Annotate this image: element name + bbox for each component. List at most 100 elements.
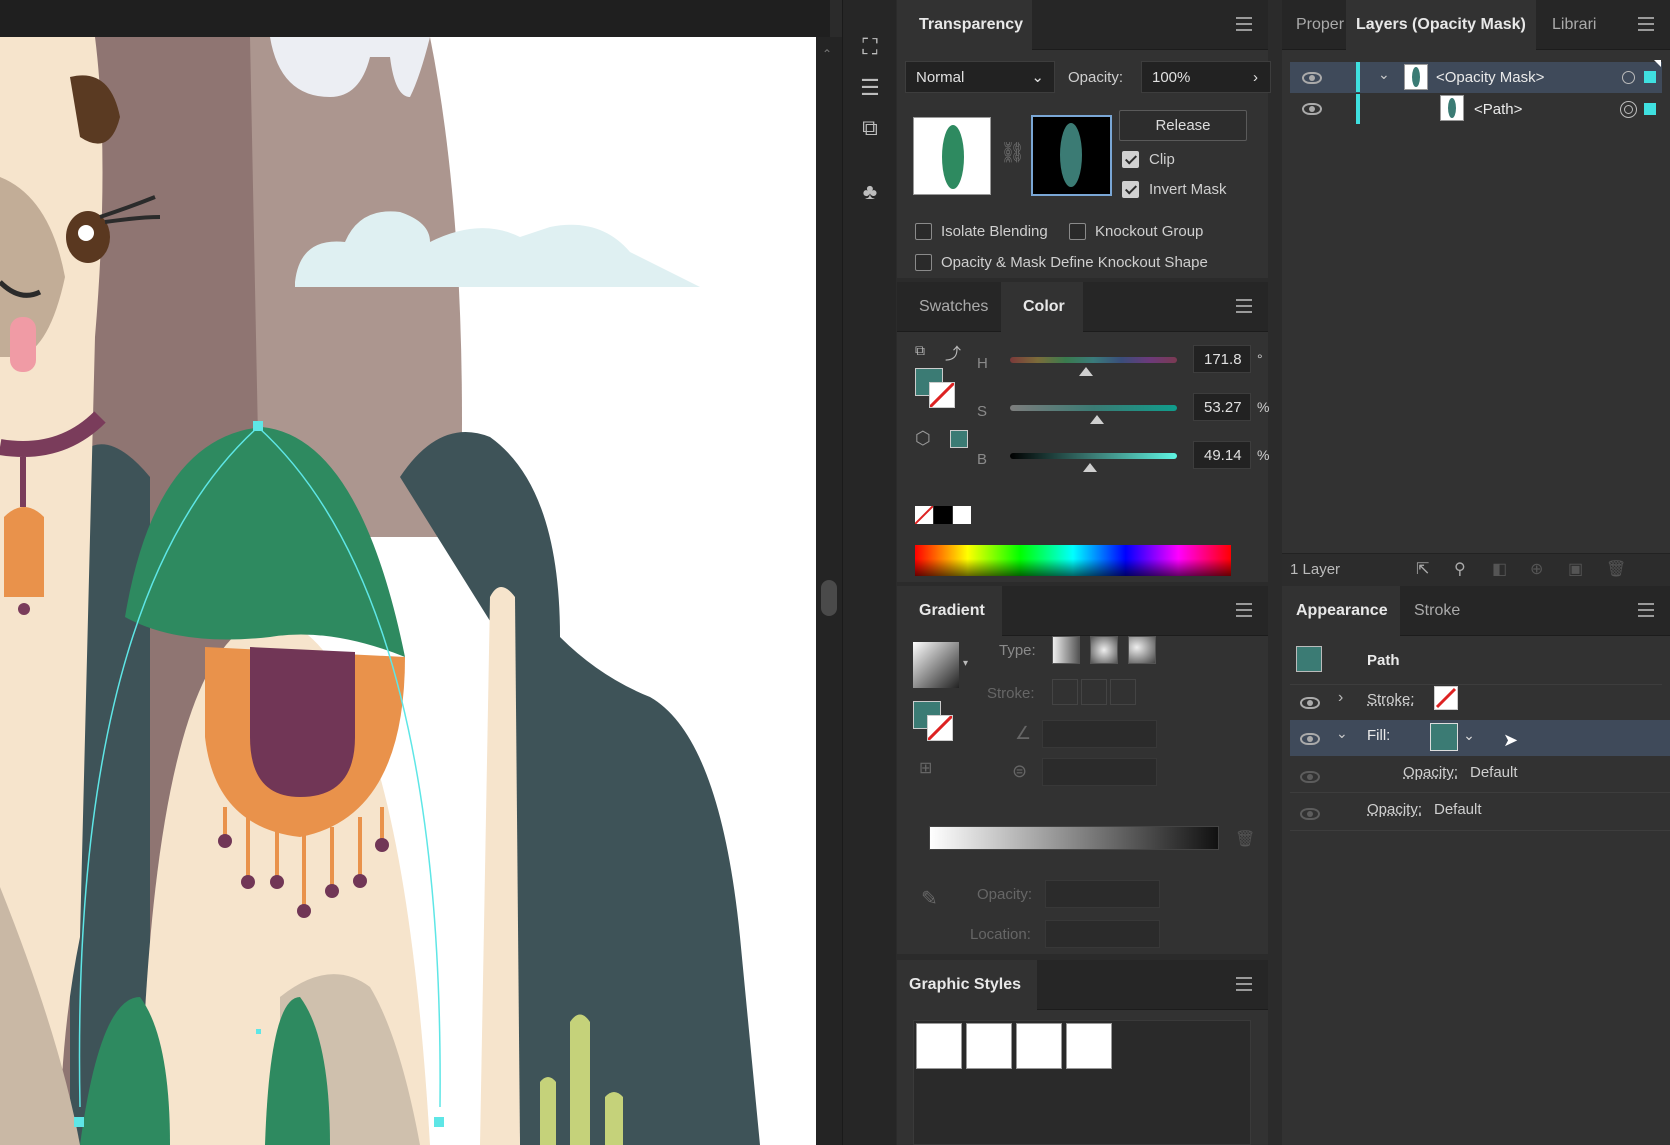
out-of-gamut-icon[interactable]: ⬡ xyxy=(915,428,931,449)
link-icon[interactable]: ⛓ xyxy=(1000,140,1025,165)
tab-stroke[interactable]: Stroke xyxy=(1400,586,1480,636)
visibility-eye-icon[interactable] xyxy=(1300,733,1320,745)
appearance-panel: Appearance Stroke Path › Stroke: ⌄ Fill:… xyxy=(1282,586,1670,1145)
chevron-down-icon[interactable]: ⌄ xyxy=(1336,725,1348,742)
artboards-icon[interactable]: ⛶ xyxy=(843,27,897,67)
tab-properties[interactable]: Proper xyxy=(1282,0,1346,50)
panel-menu-icon[interactable] xyxy=(1638,603,1654,617)
panel-menu-icon[interactable] xyxy=(1236,299,1252,313)
knockout-shape-checkbox[interactable] xyxy=(915,254,932,271)
layer-name[interactable]: <Opacity Mask> xyxy=(1436,69,1544,86)
white-swatch[interactable] xyxy=(953,506,971,524)
brightness-field[interactable]: 49.14 xyxy=(1193,441,1251,469)
stroke-color-swatch[interactable] xyxy=(928,381,956,409)
target-icon[interactable] xyxy=(1622,71,1635,84)
export-icon[interactable]: ⇱ xyxy=(1416,559,1429,579)
locate-object-icon[interactable]: ⚲ xyxy=(1454,559,1466,579)
canvas-area[interactable]: ⌃ xyxy=(0,0,842,1145)
fill-color-swatch[interactable] xyxy=(1430,723,1458,751)
blend-mode-select[interactable]: Normal ⌄ xyxy=(905,61,1055,93)
tab-libraries[interactable]: Librari xyxy=(1536,0,1626,50)
freeform-gradient-icon[interactable] xyxy=(1128,636,1156,664)
panel-menu-icon[interactable] xyxy=(1236,17,1252,31)
stroke-swatch[interactable] xyxy=(1434,686,1458,710)
stroke-label[interactable]: Stroke: xyxy=(1367,691,1415,708)
mouse-cursor-icon: ➤ xyxy=(1503,730,1519,750)
release-button[interactable]: Release xyxy=(1119,110,1247,141)
style-none[interactable] xyxy=(966,1023,1012,1069)
target-inner-icon xyxy=(1624,105,1633,114)
path-name[interactable]: <Path> xyxy=(1474,101,1522,118)
location-label: Location: xyxy=(970,926,1031,943)
clip-checkbox[interactable] xyxy=(1122,151,1139,168)
selection-indicator[interactable] xyxy=(1644,103,1656,115)
panel-menu-icon[interactable] xyxy=(1638,17,1654,31)
selection-indicator[interactable] xyxy=(1644,71,1656,83)
color-spectrum-bar[interactable] xyxy=(915,545,1231,576)
trash-icon: 🗑 xyxy=(1606,561,1627,578)
invert-mask-checkbox[interactable] xyxy=(1122,181,1139,198)
tab-layers[interactable]: Layers (Opacity Mask) xyxy=(1346,0,1536,50)
tab-appearance[interactable]: Appearance xyxy=(1282,586,1400,636)
hue-slider[interactable] xyxy=(1010,357,1177,363)
stroke-within-icon xyxy=(1052,679,1078,705)
saturation-field[interactable]: 53.27 xyxy=(1193,393,1251,421)
black-swatch[interactable] xyxy=(934,506,952,524)
llama-artwork[interactable] xyxy=(0,37,816,1145)
swap-colors-icon[interactable]: ⤴ xyxy=(945,340,961,364)
selection-corner-icon xyxy=(1654,60,1661,67)
default-colors-icon[interactable]: ⧉ xyxy=(915,342,925,359)
tab-swatches[interactable]: Swatches xyxy=(897,282,1001,332)
panel-menu-icon[interactable] xyxy=(1236,603,1252,617)
layer-color-bar xyxy=(1356,94,1360,124)
linear-gradient-icon[interactable] xyxy=(1052,636,1080,664)
panel-menu-icon[interactable] xyxy=(1236,977,1252,991)
saturation-slider[interactable] xyxy=(1010,405,1177,411)
pathfinder-icon[interactable]: ⧉ xyxy=(843,108,897,148)
saturation-slider-thumb[interactable] xyxy=(1090,415,1104,424)
tab-graphic-styles[interactable]: Graphic Styles xyxy=(897,960,1037,1010)
tab-transparency[interactable]: Transparency xyxy=(897,0,1032,50)
hue-field[interactable]: 171.8 xyxy=(1193,345,1251,373)
visibility-eye-icon[interactable] xyxy=(1302,72,1322,84)
web-safe-swatch[interactable] xyxy=(950,430,968,448)
gradient-to-stroke-icon: ⊞ xyxy=(919,760,933,777)
align-icon[interactable]: ☰ xyxy=(843,68,897,108)
visibility-eye-icon[interactable] xyxy=(1300,771,1320,783)
brightness-slider-thumb[interactable] xyxy=(1083,463,1097,472)
chevron-right-icon[interactable]: › xyxy=(1253,69,1258,86)
knockout-group-checkbox[interactable] xyxy=(1069,223,1086,240)
visibility-eye-icon[interactable] xyxy=(1302,103,1322,115)
stroke-along-icon xyxy=(1081,679,1107,705)
radial-gradient-icon[interactable] xyxy=(1090,636,1118,664)
chevron-right-icon[interactable]: › xyxy=(1338,689,1343,707)
gradient-slider[interactable] xyxy=(929,826,1219,850)
visibility-eye-icon[interactable] xyxy=(1300,697,1320,709)
scroll-thumb[interactable] xyxy=(821,580,837,616)
brightness-slider[interactable] xyxy=(1010,453,1177,459)
vertical-scrollbar[interactable]: ⌃ xyxy=(816,37,842,1145)
object-thumbnail[interactable] xyxy=(913,117,991,195)
chevron-down-icon[interactable]: ⌄ xyxy=(1378,66,1390,83)
chevron-down-icon[interactable]: ▾ xyxy=(963,658,968,669)
none-swatch[interactable] xyxy=(914,505,934,525)
gradient-stroke-swatch[interactable] xyxy=(926,714,954,742)
gradient-preview[interactable] xyxy=(913,642,959,688)
isolate-blending-checkbox[interactable] xyxy=(915,223,932,240)
scroll-up-icon[interactable]: ⌃ xyxy=(822,47,832,61)
tab-color[interactable]: Color xyxy=(1001,282,1083,332)
mask-thumbnail[interactable] xyxy=(1031,115,1112,196)
style-dashed[interactable] xyxy=(1066,1023,1112,1069)
style-rough[interactable] xyxy=(1016,1023,1062,1069)
tab-gradient[interactable]: Gradient xyxy=(897,586,1002,636)
hue-slider-thumb[interactable] xyxy=(1079,367,1093,376)
chevron-down-icon[interactable]: ⌄ xyxy=(1458,723,1480,751)
fill-opacity-label[interactable]: Opacity: xyxy=(1403,764,1458,781)
opacity-field[interactable]: 100% › xyxy=(1141,61,1271,93)
style-default[interactable] xyxy=(916,1023,962,1069)
object-opacity-label[interactable]: Opacity: xyxy=(1367,801,1422,818)
fill-label[interactable]: Fill: xyxy=(1367,727,1390,744)
symbols-icon[interactable]: ♣ xyxy=(843,172,897,212)
visibility-eye-icon[interactable] xyxy=(1300,808,1320,820)
artboard[interactable] xyxy=(0,37,816,1145)
